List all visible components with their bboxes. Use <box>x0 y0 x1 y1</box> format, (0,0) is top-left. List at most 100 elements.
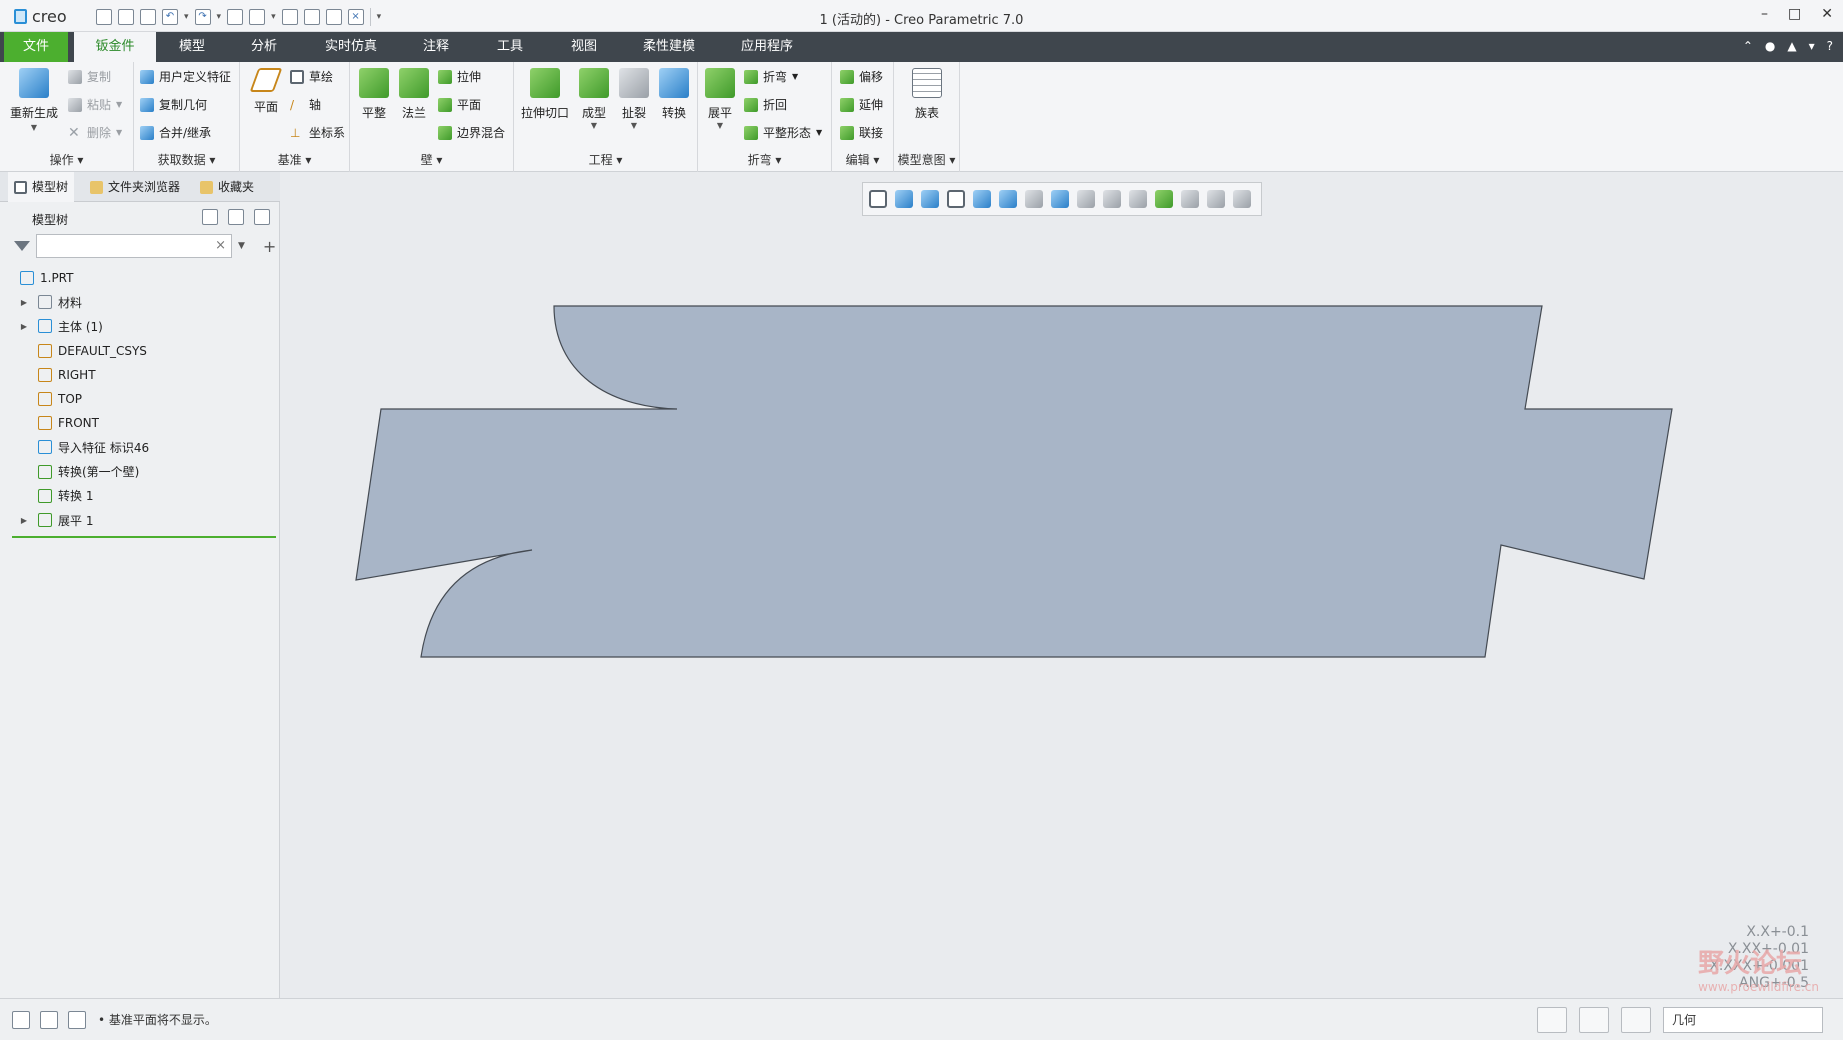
view-manager-icon[interactable] <box>1025 190 1043 208</box>
full-screen-icon[interactable] <box>68 1011 86 1029</box>
tree-node[interactable]: ▶ 主体 (1) <box>18 314 103 338</box>
save-icon[interactable] <box>140 9 156 25</box>
annotation-display-icon[interactable] <box>1103 190 1121 208</box>
undo-dropdown-icon[interactable]: ▾ <box>184 12 189 22</box>
expand-arrow-icon[interactable]: ▶ <box>18 322 30 331</box>
extrude-wall-button[interactable]: 拉伸 <box>438 68 481 85</box>
customize-qat-icon[interactable]: ▾ <box>377 12 382 22</box>
convert-button[interactable]: 转换 <box>654 68 694 121</box>
tab-favorites[interactable]: 收藏夹 <box>194 172 260 202</box>
regenerate-dropdown-icon[interactable]: ▼ <box>8 123 60 132</box>
tab-file[interactable]: 文件 <box>4 32 68 62</box>
help-dropdown-icon[interactable]: ▾ <box>1809 39 1815 53</box>
tab-model-tree[interactable]: 模型树 <box>8 172 75 202</box>
rip-dropdown-icon[interactable]: ▼ <box>614 121 654 130</box>
filter-icon[interactable] <box>14 241 30 251</box>
tree-node[interactable]: RIGHT <box>18 363 96 387</box>
form-button[interactable]: 成型 ▼ <box>574 68 614 130</box>
user-icon[interactable]: ● <box>1765 39 1775 53</box>
group-label-wall[interactable]: 壁 ▾ <box>350 151 513 168</box>
tree-settings-icon[interactable] <box>202 209 218 225</box>
unbend-dropdown-icon[interactable]: ▼ <box>700 121 740 130</box>
tree-filter-icon[interactable] <box>254 209 270 225</box>
group-label-model-intent[interactable]: 模型意图 ▾ <box>894 151 959 168</box>
learning-icon[interactable]: ▲ <box>1787 39 1796 53</box>
new-file-icon[interactable] <box>96 9 112 25</box>
regenerate-button[interactable]: 重新生成 ▼ <box>8 68 60 132</box>
tree-node[interactable]: DEFAULT_CSYS <box>18 339 147 363</box>
regen-status-icon[interactable] <box>1537 1007 1567 1033</box>
spin-center-icon[interactable] <box>1129 190 1147 208</box>
zoom-in-icon[interactable] <box>895 190 913 208</box>
display-style-icon[interactable] <box>973 190 991 208</box>
select-box-icon[interactable] <box>281 9 298 25</box>
tree-node[interactable]: 1.PRT <box>12 266 73 290</box>
tab-model[interactable]: 模型 <box>160 32 224 62</box>
tab-live-simulation[interactable]: 实时仿真 <box>310 32 392 62</box>
bend-back-button[interactable]: 折回 <box>744 96 787 113</box>
tree-node[interactable]: 转换 1 <box>18 484 93 508</box>
group-label-datum[interactable]: 基准 ▾ <box>240 151 349 168</box>
merge-inherit-button[interactable]: 合并/继承 <box>140 124 211 141</box>
clear-search-icon[interactable]: × <box>215 238 226 253</box>
expand-arrow-icon[interactable]: ▶ <box>18 298 30 307</box>
join-button[interactable]: 联接 <box>840 124 883 141</box>
unbend-button[interactable]: 展平 ▼ <box>700 68 740 130</box>
add-icon[interactable]: + <box>263 237 276 256</box>
delete-button[interactable]: ✕ 删除 ▼ <box>68 124 122 141</box>
tab-analysis[interactable]: 分析 <box>232 32 296 62</box>
redo-dropdown-icon[interactable]: ▾ <box>217 12 222 22</box>
expand-arrow-icon[interactable]: ▶ <box>18 516 30 525</box>
close-window-icon[interactable]: × <box>347 9 364 25</box>
tree-node[interactable]: FRONT <box>18 411 99 435</box>
tree-node[interactable]: 导入特征 标识46 <box>18 435 149 459</box>
windows-dropdown-icon[interactable]: ▾ <box>271 12 276 22</box>
group-label-engineering[interactable]: 工程 ▾ <box>514 151 697 168</box>
tab-flexible-modeling[interactable]: 柔性建模 <box>628 32 710 62</box>
regenerate-qat-icon[interactable] <box>227 9 244 25</box>
rip-button[interactable]: 扯裂 ▼ <box>614 68 654 130</box>
show-icon[interactable] <box>228 209 244 225</box>
csys-button[interactable]: ⊥ 坐标系 <box>290 124 345 141</box>
perspective-view-icon[interactable] <box>1051 190 1069 208</box>
tab-annotate[interactable]: 注释 <box>404 32 468 62</box>
tree-node[interactable]: ▶ 展平 1 <box>18 508 93 532</box>
tab-applications[interactable]: 应用程序 <box>724 32 810 62</box>
selection-filter-select[interactable]: 几何 <box>1663 1007 1823 1033</box>
tree-search-input[interactable]: × <box>36 234 232 258</box>
group-label-get-data[interactable]: 获取数据 ▾ <box>134 151 239 168</box>
plane-button[interactable]: 平面 <box>246 68 286 115</box>
copy-button[interactable]: 复制 <box>68 68 111 85</box>
zoom-out-icon[interactable] <box>921 190 939 208</box>
search-dropdown-icon[interactable]: ▼ <box>238 241 245 251</box>
pick-icon[interactable] <box>325 9 342 25</box>
open-file-icon[interactable] <box>118 9 134 25</box>
flatten-form-dropdown-icon[interactable]: ▼ <box>816 128 822 137</box>
flange-button[interactable]: 法兰 <box>394 68 434 121</box>
collapse-ribbon-icon[interactable]: ⌃ <box>1743 39 1753 53</box>
extrude-cut-button[interactable]: 拉伸切口 <box>518 68 572 121</box>
smart-select-icon[interactable] <box>1579 1007 1609 1033</box>
close-icon[interactable]: ✕ <box>1821 6 1833 22</box>
redo-icon[interactable]: ↷ <box>194 9 211 25</box>
sketch-button[interactable]: 草绘 <box>290 68 333 85</box>
saved-orientations-icon[interactable] <box>999 190 1017 208</box>
group-label-bend[interactable]: 折弯 ▾ <box>698 151 831 168</box>
planar-wall-button[interactable]: 平整 <box>354 68 394 121</box>
tree-node[interactable]: TOP <box>18 387 82 411</box>
delete-dropdown-icon[interactable]: ▼ <box>116 128 122 137</box>
help-icon[interactable]: ? <box>1827 39 1833 53</box>
toggle-navigator-icon[interactable] <box>12 1011 30 1029</box>
tab-view[interactable]: 视图 <box>552 32 616 62</box>
graphics-window[interactable]: X.X+-0.1 X.XX+-0.01 X.XXX+-0.001 ANG+-0.… <box>281 172 1843 998</box>
minimize-icon[interactable]: – <box>1761 6 1768 22</box>
insert-icon[interactable] <box>303 9 320 25</box>
group-label-editing[interactable]: 编辑 ▾ <box>832 151 893 168</box>
section-icon[interactable] <box>1155 190 1173 208</box>
flat-wall-button[interactable]: 平面 <box>438 96 481 113</box>
bend-dropdown-icon[interactable]: ▼ <box>792 72 798 81</box>
tree-node[interactable]: ▶ 材料 <box>18 290 82 314</box>
flatten-form-button[interactable]: 平整形态 ▼ <box>744 124 822 141</box>
paste-dropdown-icon[interactable]: ▼ <box>116 100 122 109</box>
tab-folder-browser[interactable]: 文件夹浏览器 <box>84 172 186 202</box>
